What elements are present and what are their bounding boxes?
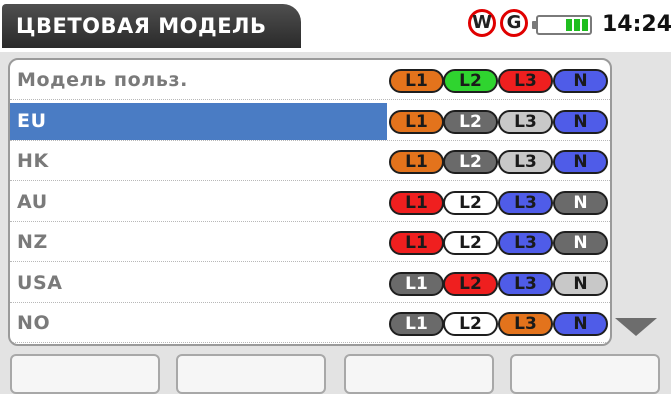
- phase-pill-n: N: [553, 109, 608, 134]
- phase-pill-l3: L3: [498, 150, 553, 174]
- phase-pill-l1: L1: [389, 312, 444, 336]
- color-model-label: NZ: [17, 231, 48, 253]
- phase-pill-l2: L2: [443, 271, 498, 296]
- color-model-label: Модель польз.: [17, 69, 188, 91]
- phase-pill-n: N: [553, 231, 608, 255]
- phase-pill-n: N: [553, 271, 608, 296]
- color-model-row[interactable]: AU L1 L2 L3 N: [10, 184, 610, 222]
- color-model-label: EU: [10, 102, 387, 140]
- phase-pill-l2: L2: [443, 69, 498, 93]
- phase-pill-l2: L2: [443, 150, 498, 174]
- color-model-label: HK: [17, 150, 49, 172]
- status-g-icon: G: [500, 9, 528, 37]
- phase-pill-l3: L3: [498, 109, 553, 134]
- phase-pill-l1: L1: [389, 190, 444, 215]
- softkey-2[interactable]: [176, 354, 326, 394]
- softkey-3[interactable]: [344, 354, 494, 394]
- color-model-list: Модель польз. L1 L2 L3 N EU L1 L2 L3 N HK L1 L2 L3 N AU…: [8, 58, 612, 346]
- phase-pill-l2: L2: [443, 312, 498, 336]
- phase-pill-l3: L3: [498, 231, 553, 255]
- phase-pill-l2: L2: [443, 109, 498, 134]
- scroll-down-arrow-icon[interactable]: [615, 318, 657, 336]
- phase-pill-l3: L3: [498, 271, 553, 296]
- phase-pill-n: N: [553, 312, 608, 336]
- color-model-row[interactable]: NO L1 L2 L3 N: [10, 305, 610, 343]
- color-model-row[interactable]: Модель польз. L1 L2 L3 N: [10, 62, 610, 100]
- page-title: ЦВЕТОВАЯ МОДЕЛЬ: [16, 14, 267, 38]
- phase-pill-l1: L1: [389, 271, 444, 296]
- clock: 14:24: [602, 12, 671, 37]
- battery-level: [566, 19, 588, 31]
- phase-pill-l3: L3: [498, 312, 553, 336]
- phase-pill-l1: L1: [389, 231, 444, 255]
- phase-pill-l1: L1: [389, 150, 444, 174]
- softkey-4[interactable]: [510, 354, 660, 394]
- color-model-row[interactable]: HK L1 L2 L3 N: [10, 143, 610, 181]
- battery-icon: [532, 15, 592, 35]
- phase-pill-l1: L1: [389, 109, 444, 134]
- title-bar: ЦВЕТОВАЯ МОДЕЛЬ W G 14:24: [0, 0, 671, 52]
- phase-pill-l2: L2: [443, 231, 498, 255]
- color-model-label: NO: [17, 312, 51, 334]
- phase-pill-l1: L1: [389, 69, 444, 93]
- phase-pill-n: N: [553, 150, 608, 174]
- phase-pill-l3: L3: [498, 190, 553, 215]
- color-model-row[interactable]: NZ L1 L2 L3 N: [10, 224, 610, 262]
- color-model-row[interactable]: EU L1 L2 L3 N: [10, 102, 610, 141]
- status-w-icon: W: [468, 9, 496, 37]
- phase-pill-n: N: [553, 190, 608, 215]
- color-model-row[interactable]: USA L1 L2 L3 N: [10, 265, 610, 303]
- title-box: ЦВЕТОВАЯ МОДЕЛЬ: [2, 4, 301, 48]
- phase-pill-l2: L2: [443, 190, 498, 215]
- color-model-label: USA: [17, 271, 63, 294]
- phase-pill-l3: L3: [498, 69, 553, 93]
- phase-pill-n: N: [553, 69, 608, 93]
- color-model-label: AU: [17, 190, 48, 213]
- softkey-1[interactable]: [10, 354, 160, 394]
